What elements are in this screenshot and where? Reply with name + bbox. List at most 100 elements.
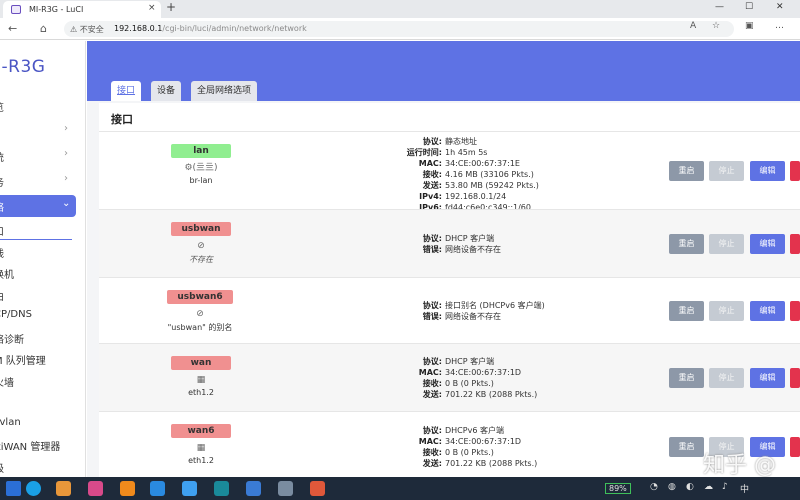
tab-interfaces[interactable]: 接口 bbox=[111, 81, 142, 101]
reload-button[interactable]: 重启 bbox=[669, 301, 704, 321]
delete-button[interactable] bbox=[790, 437, 800, 457]
minimize-window-icon[interactable]: — bbox=[715, 2, 724, 12]
brand-title[interactable]: I-R3G bbox=[0, 57, 45, 77]
status-key: 协议: bbox=[422, 426, 442, 435]
edit-button[interactable]: 编辑 bbox=[750, 301, 785, 321]
reload-button[interactable]: 重启 bbox=[669, 161, 704, 181]
volume-icon[interactable]: ♪ bbox=[722, 482, 728, 492]
reload-button[interactable]: 重启 bbox=[669, 368, 704, 388]
app-icon[interactable] bbox=[246, 481, 261, 496]
security-warning[interactable]: ⚠ 不安全 bbox=[70, 24, 104, 35]
delete-button[interactable] bbox=[790, 161, 800, 181]
sidebar-item-overview[interactable]: 览 bbox=[0, 95, 85, 117]
favicon-icon bbox=[11, 5, 21, 14]
wechat-icon[interactable]: ☁ bbox=[704, 482, 713, 492]
interface-status: 协议: 接口别名 (DHCPv6 客户端) 错误: 网络设备不存在 bbox=[354, 300, 614, 322]
battery-indicator[interactable]: 89% bbox=[605, 483, 631, 494]
delete-button[interactable] bbox=[790, 368, 800, 388]
browser-tab[interactable]: MI-R3G - LuCI × bbox=[3, 1, 161, 18]
sidebar-item-services[interactable]: 务 › bbox=[0, 170, 85, 192]
interface-name-badge: wan6 bbox=[171, 424, 231, 438]
app-icon[interactable] bbox=[56, 481, 71, 496]
app-icon[interactable] bbox=[182, 481, 197, 496]
terminal-icon[interactable] bbox=[214, 481, 229, 496]
edit-button[interactable]: 编辑 bbox=[750, 161, 785, 181]
network-icon[interactable]: ◐ bbox=[686, 482, 694, 492]
reload-button[interactable]: 重启 bbox=[669, 234, 704, 254]
tab-global-network-options[interactable]: 全局网络选项 bbox=[191, 81, 258, 101]
sidebar-subitem-multiwan[interactable]: ltiWAN 管理器 bbox=[0, 435, 85, 455]
tab-devices[interactable]: 设备 bbox=[151, 81, 182, 101]
sidebar-subitem-interfaces[interactable]: 口 bbox=[0, 220, 72, 240]
sidebar-subitem-advanced[interactable]: 级 bbox=[0, 457, 85, 477]
new-tab-icon[interactable]: + bbox=[166, 0, 176, 14]
vlc-icon[interactable] bbox=[120, 481, 135, 496]
edit-button[interactable]: 编辑 bbox=[750, 368, 785, 388]
sidebar-subitem-firewall[interactable]: 火墙 bbox=[0, 371, 85, 391]
ethernet-port-icon: ▦ bbox=[196, 443, 206, 453]
ime-icon[interactable]: 中 bbox=[740, 482, 749, 495]
taskbar: 89% ◔ ◍ ◐ ☁ ♪ 中 bbox=[0, 477, 800, 500]
favorite-star-icon[interactable]: ☆ bbox=[712, 21, 720, 31]
status-value: 网络设备不存在 bbox=[445, 245, 501, 254]
stop-button[interactable]: 停止 bbox=[709, 301, 744, 321]
maximize-window-icon[interactable]: ☐ bbox=[745, 2, 753, 12]
start-icon[interactable] bbox=[6, 481, 21, 496]
sidebar-subitem-wireless[interactable]: 线 bbox=[0, 242, 85, 262]
interfaces-card: 接口 lan ⚙(亖亖) br-lan 协议: 静态地址 运行时间: 1h 45m 5s MA… bbox=[99, 103, 800, 477]
app-icon[interactable] bbox=[88, 481, 103, 496]
interface-cell: usbwan6 ⊘ "usbwan" 的别名 bbox=[147, 284, 253, 333]
edge-browser-icon[interactable] bbox=[26, 481, 41, 496]
interface-device: br-lan bbox=[189, 176, 213, 185]
interface-row-wan6: wan6 ▦ eth1.2 协议: DHCPv6 客户端 MAC: 34:CE:00:67:… bbox=[99, 411, 800, 477]
sidebar-subitem-routes[interactable]: 由 bbox=[0, 285, 85, 305]
close-tab-icon[interactable]: × bbox=[148, 3, 156, 13]
sidebar-subitem-dhcp-dns[interactable]: CP/DNS bbox=[0, 306, 85, 326]
status-line: 协议: DHCP 客户端 bbox=[354, 356, 614, 367]
sidebar-subitem-macvlan[interactable]: cvlan bbox=[0, 414, 85, 434]
sidebar-subitem-label: 由 bbox=[0, 288, 4, 303]
stop-button[interactable]: 停止 bbox=[709, 161, 744, 181]
browser-tab-title: MI-R3G - LuCI bbox=[29, 5, 84, 14]
interface-status: 协议: 静态地址 运行时间: 1h 45m 5s MAC: 34:CE:00:67:37:… bbox=[354, 136, 614, 213]
sidebar-subitem-sqm[interactable]: M 队列管理 bbox=[0, 349, 85, 369]
delete-button[interactable] bbox=[790, 234, 800, 254]
reload-button[interactable]: 重启 bbox=[669, 437, 704, 457]
antivirus-icon[interactable]: ◍ bbox=[668, 482, 676, 492]
status-line: MAC: 34:CE:00:67:37:1D bbox=[354, 367, 614, 378]
url-field[interactable]: ⚠ 不安全 192.168.0.1/cgi-bin/luci/admin/net… bbox=[64, 21, 734, 37]
status-value: 网络设备不存在 bbox=[445, 312, 501, 321]
status-line: 运行时间: 1h 45m 5s bbox=[354, 147, 614, 158]
sidebar-subitem-label: 火墙 bbox=[0, 378, 14, 389]
interface-row-usbwan: usbwan ⊘ 不存在 协议: DHCP 客户端 错误: 网络设备不存在 重启 停止 编辑 bbox=[99, 209, 800, 277]
edit-button[interactable]: 编辑 bbox=[750, 234, 785, 254]
status-value: DHCP 客户端 bbox=[445, 357, 495, 366]
sidebar-subitem-diagnostics[interactable]: 络诊断 bbox=[0, 328, 85, 348]
status-line: 接收: 0 B (0 Pkts.) bbox=[354, 378, 614, 389]
status-key: 发送: bbox=[422, 459, 442, 468]
url-host: 192.168.0.1 bbox=[114, 24, 163, 33]
collections-icon[interactable]: ▣ bbox=[745, 21, 754, 31]
read-aloud-icon[interactable]: A bbox=[690, 21, 696, 31]
more-menu-icon[interactable]: … bbox=[775, 21, 784, 31]
sidebar-item-status[interactable]: s › bbox=[0, 120, 85, 142]
close-window-icon[interactable]: ✕ bbox=[776, 2, 784, 12]
stop-button[interactable]: 停止 bbox=[709, 234, 744, 254]
vscode-icon[interactable] bbox=[150, 481, 165, 496]
sidebar-subitem-switch[interactable]: 换机 bbox=[0, 263, 85, 283]
sidebar-item-network[interactable]: 络 ⌄ bbox=[0, 195, 76, 217]
sidebar-subitem-s[interactable]: S bbox=[0, 392, 85, 412]
app-icon[interactable] bbox=[310, 481, 325, 496]
app-icon[interactable] bbox=[278, 481, 293, 496]
stop-button[interactable]: 停止 bbox=[709, 368, 744, 388]
sidebar-item-system[interactable]: 统 › bbox=[0, 145, 85, 167]
ethernet-port-icon: ⚙(亖亖) bbox=[184, 163, 218, 173]
status-line: IPv4: 192.168.0.1/24 bbox=[354, 191, 614, 202]
disconnected-port-icon: ⊘ bbox=[196, 309, 204, 319]
system-tray-icon[interactable]: ◔ bbox=[650, 482, 658, 492]
home-icon[interactable]: ⌂ bbox=[40, 22, 47, 35]
status-line: 发送: 53.80 MB (59242 Pkts.) bbox=[354, 180, 614, 191]
back-icon[interactable]: ← bbox=[8, 22, 17, 35]
delete-button[interactable] bbox=[790, 301, 800, 321]
status-key: 协议: bbox=[422, 301, 442, 310]
